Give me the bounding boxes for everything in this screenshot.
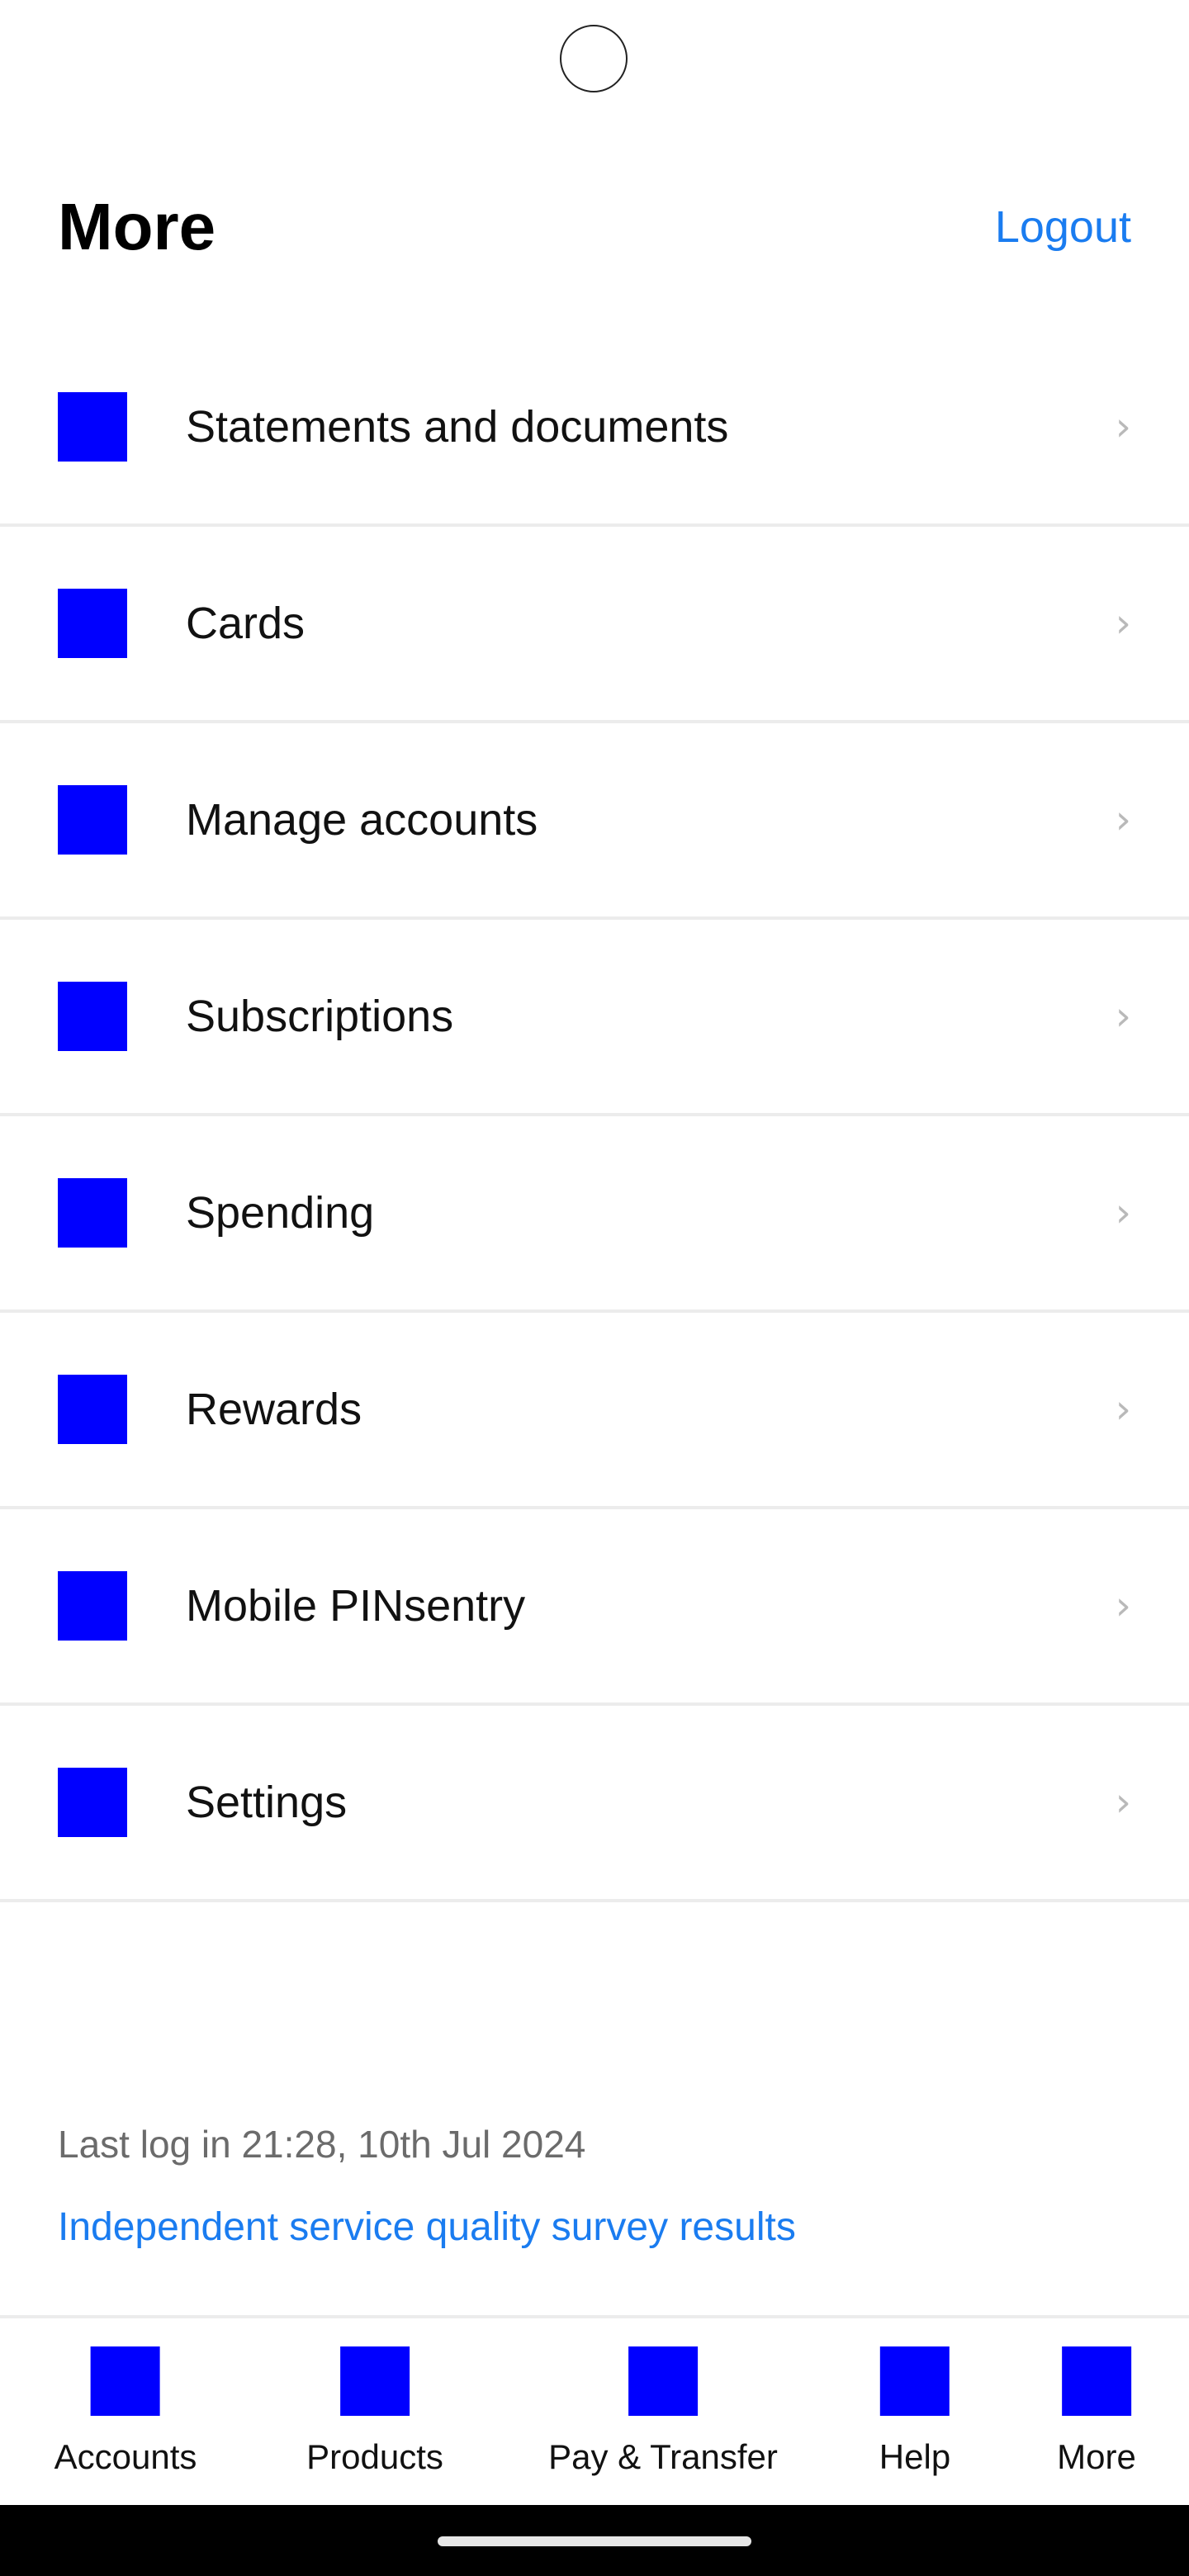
menu-item-subscriptions[interactable]: Subscriptions › bbox=[0, 920, 1189, 1116]
survey-results-link[interactable]: Independent service quality survey resul… bbox=[58, 2204, 796, 2250]
chevron-right-icon: › bbox=[1115, 1583, 1131, 1629]
menu-item-rewards[interactable]: Rewards › bbox=[0, 1313, 1189, 1509]
menu-item-label: Spending bbox=[186, 1188, 375, 1238]
spending-icon bbox=[58, 1178, 127, 1248]
settings-icon bbox=[58, 1768, 127, 1837]
chevron-right-icon: › bbox=[1115, 404, 1131, 450]
nav-tab-help[interactable]: Help bbox=[879, 2346, 950, 2477]
chevron-right-icon: › bbox=[1115, 797, 1131, 843]
chevron-right-icon: › bbox=[1115, 600, 1131, 646]
menu-item-label: Subscriptions bbox=[186, 992, 454, 1041]
menu-item-label: Manage accounts bbox=[186, 795, 538, 845]
more-icon bbox=[1061, 2346, 1131, 2416]
subscriptions-icon bbox=[58, 982, 127, 1051]
cards-icon bbox=[58, 589, 127, 658]
nav-tab-products[interactable]: Products bbox=[306, 2346, 443, 2477]
nav-tab-accounts[interactable]: Accounts bbox=[54, 2346, 197, 2477]
menu-item-manage-accounts[interactable]: Manage accounts › bbox=[0, 723, 1189, 920]
nav-tab-label: Help bbox=[879, 2437, 951, 2476]
nav-tab-label: Products bbox=[306, 2437, 443, 2476]
menu-item-settings[interactable]: Settings › bbox=[0, 1706, 1189, 1902]
manage-accounts-icon bbox=[58, 785, 127, 855]
nav-tab-label: Pay & Transfer bbox=[548, 2437, 778, 2476]
chevron-right-icon: › bbox=[1115, 1779, 1131, 1825]
page-title: More bbox=[58, 190, 216, 263]
help-icon bbox=[879, 2346, 950, 2416]
nav-tab-label: More bbox=[1057, 2437, 1136, 2476]
nav-tab-more[interactable]: More bbox=[1057, 2346, 1136, 2477]
menu-item-label: Settings bbox=[186, 1778, 348, 1827]
menu-item-cards[interactable]: Cards › bbox=[0, 527, 1189, 723]
menu-item-statements[interactable]: Statements and documents › bbox=[0, 330, 1189, 527]
pinsentry-icon bbox=[58, 1571, 127, 1641]
bottom-navigation: Accounts Products Pay & Transfer Help Mo… bbox=[0, 2315, 1189, 2508]
menu-item-label: Rewards bbox=[186, 1385, 362, 1434]
more-menu: Statements and documents › Cards › Manag… bbox=[0, 330, 1189, 1902]
menu-item-spending[interactable]: Spending › bbox=[0, 1116, 1189, 1313]
page-header: More Logout bbox=[58, 173, 1131, 281]
nav-tab-label: Accounts bbox=[54, 2437, 197, 2476]
menu-item-mobile-pinsentry[interactable]: Mobile PINsentry › bbox=[0, 1509, 1189, 1706]
front-camera bbox=[560, 25, 628, 92]
home-indicator[interactable] bbox=[438, 2536, 751, 2546]
statements-icon bbox=[58, 392, 127, 462]
chevron-right-icon: › bbox=[1115, 1190, 1131, 1236]
accounts-icon bbox=[90, 2346, 160, 2416]
rewards-icon bbox=[58, 1375, 127, 1444]
menu-item-label: Mobile PINsentry bbox=[186, 1581, 526, 1631]
menu-item-label: Statements and documents bbox=[186, 402, 729, 452]
chevron-right-icon: › bbox=[1115, 993, 1131, 1039]
menu-item-label: Cards bbox=[186, 599, 306, 648]
pay-transfer-icon bbox=[628, 2346, 698, 2416]
system-navigation-bar bbox=[0, 2505, 1189, 2576]
last-login-text: Last log in 21:28, 10th Jul 2024 bbox=[58, 2123, 586, 2166]
products-icon bbox=[340, 2346, 410, 2416]
chevron-right-icon: › bbox=[1115, 1386, 1131, 1432]
logout-button[interactable]: Logout bbox=[995, 201, 1131, 253]
nav-tab-pay-transfer[interactable]: Pay & Transfer bbox=[548, 2346, 778, 2477]
